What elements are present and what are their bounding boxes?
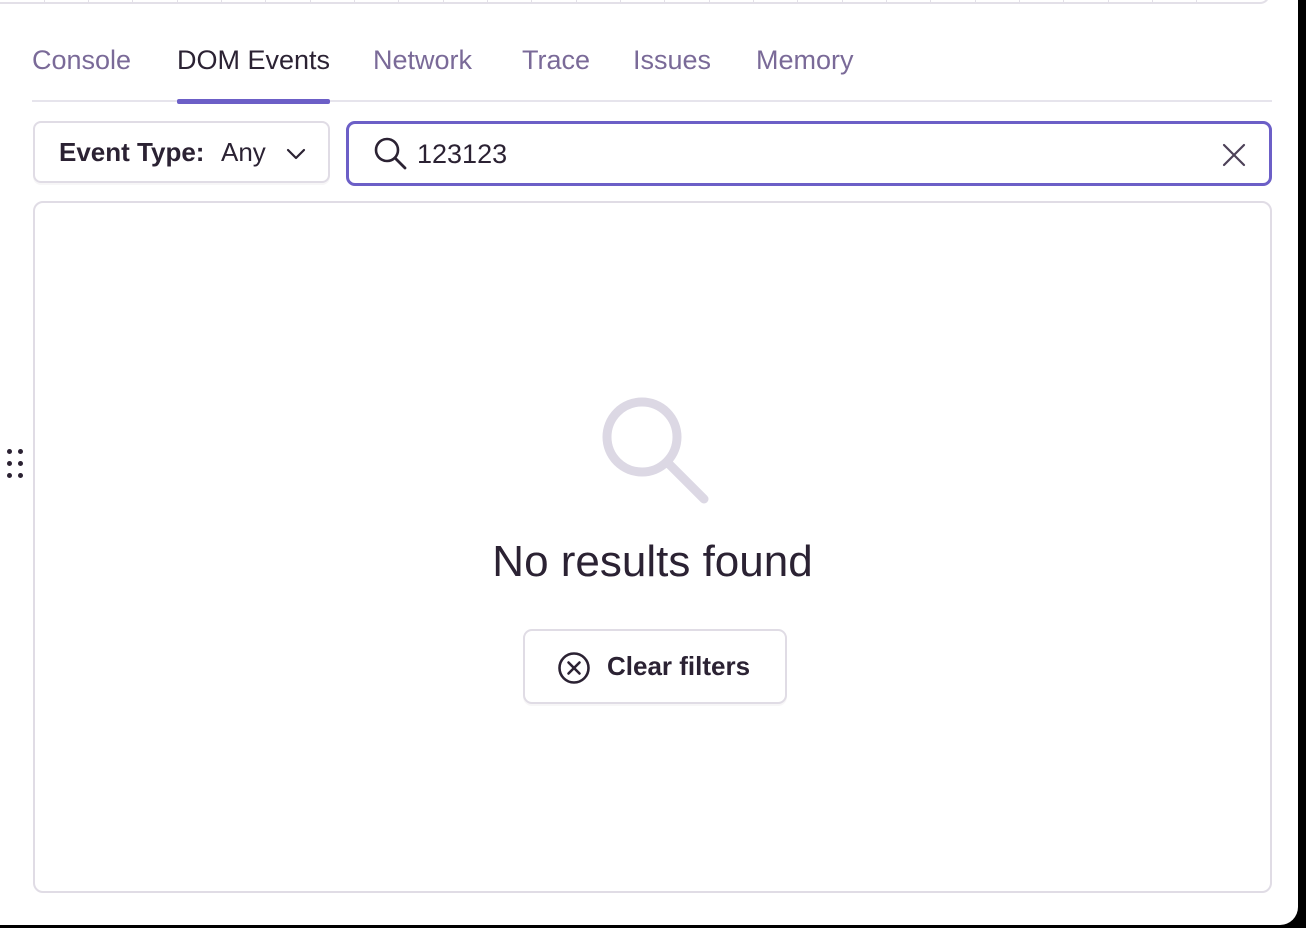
resize-handle-icon[interactable]: [5, 447, 27, 483]
timeline-tick: [1063, 0, 1064, 4]
event-type-label: Event Type:: [59, 137, 205, 167]
search-field: [346, 121, 1272, 186]
timeline-tick: [310, 0, 311, 4]
timeline-tick: [354, 0, 355, 4]
timeline-tick: [576, 0, 577, 4]
timeline-tick: [1152, 0, 1153, 4]
timeline-tick: [1108, 0, 1109, 4]
close-icon[interactable]: [1221, 142, 1247, 168]
event-type-value: Any: [221, 137, 266, 167]
timeline-tick: [842, 0, 843, 4]
timeline-tick: [930, 0, 931, 4]
circle-x-icon: [558, 652, 590, 684]
replay-details-panel: Console DOM Events Network Trace Issues …: [0, 0, 1298, 925]
tab-bar: Console DOM Events Network Trace Issues …: [32, 38, 1272, 104]
timeline-tick: [132, 0, 133, 4]
timeline-tick: [44, 0, 45, 4]
tab-memory[interactable]: Memory: [756, 38, 854, 102]
search-input[interactable]: [417, 132, 1197, 176]
timeline-tick: [709, 0, 710, 4]
timeline-tick: [975, 0, 976, 4]
timeline-tick: [886, 0, 887, 4]
timeline-tick: [221, 0, 222, 4]
timeline-tick: [797, 0, 798, 4]
tab-issues[interactable]: Issues: [633, 38, 711, 102]
timeline-tick: [753, 0, 754, 4]
timeline-tick: [664, 0, 665, 4]
event-type-dropdown[interactable]: Event Type: Any: [33, 121, 330, 183]
tab-console[interactable]: Console: [32, 38, 131, 102]
timeline-tick: [1019, 0, 1020, 4]
timeline-tick: [177, 0, 178, 4]
clear-filters-label: Clear filters: [607, 651, 751, 681]
timeline-tick: [531, 0, 532, 4]
timeline-tick: [88, 0, 89, 4]
clear-filters-button[interactable]: Clear filters: [523, 629, 787, 704]
tab-network[interactable]: Network: [373, 38, 472, 102]
timeline-tick: [265, 0, 266, 4]
timeline-tick: [620, 0, 621, 4]
timeline-strip: [0, 0, 1270, 4]
tab-trace[interactable]: Trace: [522, 38, 590, 102]
timeline-tick: [1196, 0, 1197, 4]
timeline-tick: [487, 0, 488, 4]
search-icon: [602, 397, 709, 504]
chevron-down-icon: [286, 148, 306, 160]
tab-dom-events[interactable]: DOM Events: [177, 38, 331, 104]
empty-state-message: No results found: [492, 537, 813, 586]
timeline-tick: [443, 0, 444, 4]
timeline-tick: [398, 0, 399, 4]
results-panel: No results found Clear filters: [33, 201, 1272, 893]
search-icon: [374, 137, 407, 170]
